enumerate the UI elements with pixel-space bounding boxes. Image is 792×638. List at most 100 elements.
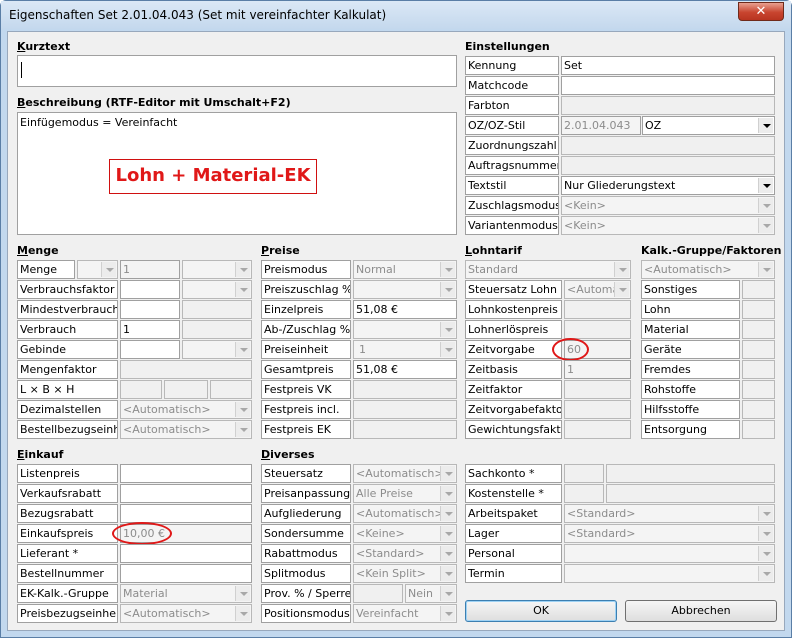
- festpreis-ek-field[interactable]: [353, 420, 457, 439]
- kalk-row-label: Material: [641, 320, 740, 339]
- mindestverbrauch-field[interactable]: [120, 300, 180, 319]
- chevron-down-icon: [614, 262, 629, 277]
- matchcode-field[interactable]: [561, 76, 775, 95]
- positionsmodus-label: Positionsmodus: [261, 604, 351, 623]
- lohnerloespreis-field[interactable]: [564, 320, 631, 339]
- zuschlagsmodus-select[interactable]: <Kein>: [561, 196, 775, 215]
- beschreibung-editor[interactable]: Einfügemodus = Vereinfacht Lohn + Materi…: [17, 112, 457, 235]
- positionsmodus-select[interactable]: Vereinfacht: [353, 604, 457, 623]
- menge-unit-select[interactable]: [77, 260, 118, 279]
- chevron-down-icon: [235, 606, 250, 621]
- zeitfaktor-field[interactable]: [564, 380, 631, 399]
- steuersatz-lohn-select[interactable]: <Automat: [564, 280, 631, 299]
- bezugsrabatt-field[interactable]: [120, 504, 252, 523]
- chevron-down-icon: [758, 262, 773, 277]
- termin-select[interactable]: [564, 564, 775, 583]
- zuordnungszahl-field[interactable]: [561, 136, 775, 155]
- gebinde-select[interactable]: [182, 340, 252, 359]
- kalk-row-field[interactable]: [742, 280, 775, 299]
- auftragsnummer-field[interactable]: [561, 156, 775, 175]
- einzelpreis-field[interactable]: 51,08 €: [353, 300, 457, 319]
- chevron-down-icon: [440, 586, 455, 601]
- bestellnummer-field[interactable]: [120, 564, 252, 583]
- matchcode-label: Matchcode: [465, 76, 559, 95]
- sachkonto-name-field: [606, 464, 775, 483]
- prov-field[interactable]: [353, 584, 403, 603]
- verkaufsrabatt-field[interactable]: [120, 484, 252, 503]
- abzuschlag-select[interactable]: [353, 320, 457, 339]
- bestellbezugseinheit-select[interactable]: <Automatisch>: [120, 420, 252, 439]
- farbton-field[interactable]: [561, 96, 775, 115]
- preisbezugseinheit-select[interactable]: <Automatisch>: [120, 604, 252, 623]
- festpreis-vk-field[interactable]: [353, 380, 457, 399]
- close-button[interactable]: ✕: [738, 2, 784, 21]
- kennung-field[interactable]: Set: [561, 56, 775, 75]
- steuersatz-select[interactable]: <Automatisch>: [353, 464, 457, 483]
- preiseinheit-select[interactable]: 1: [353, 340, 457, 359]
- gebinde-field[interactable]: [120, 340, 180, 359]
- preismodus-select[interactable]: Normal: [353, 260, 457, 279]
- ok-button[interactable]: OK: [465, 600, 617, 622]
- chevron-down-icon: [440, 282, 455, 297]
- arbeitspaket-select[interactable]: <Standard>: [564, 504, 775, 523]
- bestellnummer-label: Bestellnummer: [17, 564, 118, 583]
- listenpreis-label: Listenpreis: [17, 464, 118, 483]
- mindestverbrauch-extra: [182, 300, 252, 319]
- aufgliederung-select[interactable]: <Automatisch>: [353, 504, 457, 523]
- dezimalstellen-select[interactable]: <Automatisch>: [120, 400, 252, 419]
- verbrauchsfaktor-field[interactable]: [120, 280, 180, 299]
- lohntarif-select[interactable]: Standard: [465, 260, 631, 279]
- textstil-select[interactable]: Nur Gliederungstext: [561, 176, 775, 195]
- ozstil-select[interactable]: OZ: [642, 116, 775, 135]
- lieferant-field[interactable]: [120, 544, 252, 563]
- breite-field[interactable]: [164, 380, 208, 399]
- preisanpassung-select[interactable]: Alle Preise: [353, 484, 457, 503]
- kalk-row-field[interactable]: [742, 340, 775, 359]
- verbrauch-field[interactable]: 1: [120, 320, 180, 339]
- menge-mode-select[interactable]: [182, 260, 252, 279]
- kalk-gruppe-select[interactable]: <Automatisch>: [641, 260, 775, 279]
- cancel-button[interactable]: Abbrechen: [625, 600, 777, 622]
- hoehe-field[interactable]: [210, 380, 252, 399]
- kostenstelle-code-field[interactable]: [564, 484, 604, 503]
- verbrauch-label: Verbrauch: [17, 320, 118, 339]
- sachkonto-code-field[interactable]: [564, 464, 604, 483]
- kalk-row-field[interactable]: [742, 360, 775, 379]
- sachkonto-label: Sachkonto *: [465, 464, 562, 483]
- chevron-down-icon: [101, 262, 116, 277]
- verbrauchsfaktor-select[interactable]: [182, 280, 252, 299]
- personal-select[interactable]: [564, 544, 775, 563]
- splitmodus-select[interactable]: <Kein Split>: [353, 564, 457, 583]
- sondersumme-select[interactable]: <Keine>: [353, 524, 457, 543]
- gesamtpreis-field[interactable]: 51,08 €: [353, 360, 457, 379]
- listenpreis-field[interactable]: [120, 464, 252, 483]
- kurztext-input[interactable]: [17, 55, 457, 87]
- kalk-row-field[interactable]: [742, 400, 775, 419]
- lager-select[interactable]: <Standard>: [564, 524, 775, 543]
- preiszuschlag-select[interactable]: [353, 280, 457, 299]
- kalk-row-field[interactable]: [742, 300, 775, 319]
- gesamtpreis-label: Gesamtpreis: [261, 360, 351, 379]
- lohnkostenpreis-field[interactable]: [564, 300, 631, 319]
- kalk-row-field[interactable]: [742, 420, 775, 439]
- zeitvorgabefaktor-field[interactable]: [564, 400, 631, 419]
- rabattmodus-select[interactable]: <Standard>: [353, 544, 457, 563]
- festpreis-incl-field[interactable]: [353, 400, 457, 419]
- kalk-row-field[interactable]: [742, 320, 775, 339]
- festpreis-ek-label: Festpreis EK: [261, 420, 351, 439]
- dezimalstellen-label: Dezimalstellen: [17, 400, 118, 419]
- beschreibung-text: Einfügemodus = Vereinfacht: [20, 116, 178, 129]
- gewichtungsfaktor-field[interactable]: [564, 420, 631, 439]
- lager-label: Lager: [465, 524, 562, 543]
- chevron-down-icon: [235, 282, 250, 297]
- textstil-label: Textstil: [465, 176, 559, 195]
- variantenmodus-select[interactable]: <Kein>: [561, 216, 775, 235]
- chevron-down-icon: [440, 506, 455, 521]
- kalk-row-field[interactable]: [742, 380, 775, 399]
- ek-kalk-gruppe-select[interactable]: Material: [120, 584, 252, 603]
- sperre-select[interactable]: Nein: [405, 584, 457, 603]
- chevron-down-icon: [440, 466, 455, 481]
- kalk-row-label: Sonstiges: [641, 280, 740, 299]
- laenge-field[interactable]: [120, 380, 162, 399]
- festpreis-vk-label: Festpreis VK: [261, 380, 351, 399]
